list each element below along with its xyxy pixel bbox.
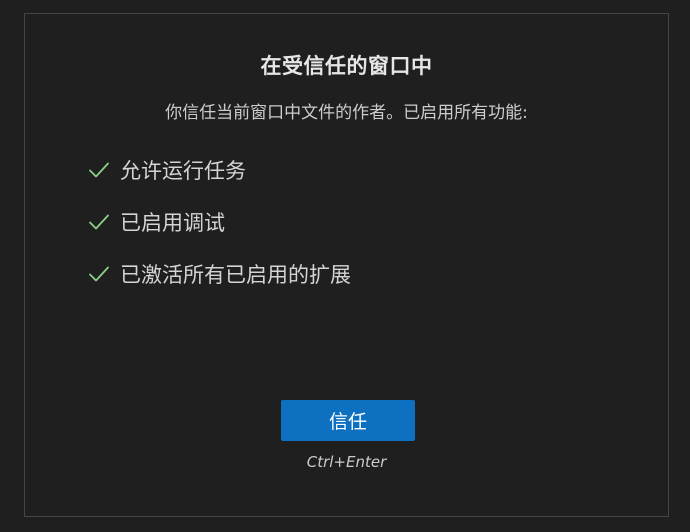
feature-item-debugging: 已启用调试: [87, 196, 351, 248]
shortcut-hint: Ctrl+Enter: [306, 453, 387, 471]
feature-label: 已激活所有已启用的扩展: [120, 263, 351, 287]
feature-label: 允许运行任务: [120, 159, 246, 183]
checkmark-icon: [87, 262, 111, 286]
workspace-trust-dialog: 在受信任的窗口中 你信任当前窗口中文件的作者。已启用所有功能: 允许运行任务 已…: [24, 13, 669, 517]
checkmark-icon: [87, 210, 111, 234]
dialog-subtitle: 你信任当前窗口中文件的作者。已启用所有功能:: [165, 103, 528, 123]
feature-item-tasks: 允许运行任务: [87, 144, 351, 196]
feature-label: 已启用调试: [120, 211, 225, 235]
feature-item-extensions: 已激活所有已启用的扩展: [87, 248, 351, 300]
checkmark-icon: [87, 158, 111, 182]
feature-list: 允许运行任务 已启用调试 已激活所有已启用的扩展: [87, 144, 351, 300]
trust-button[interactable]: 信任: [281, 400, 415, 441]
dialog-title: 在受信任的窗口中: [260, 54, 433, 78]
